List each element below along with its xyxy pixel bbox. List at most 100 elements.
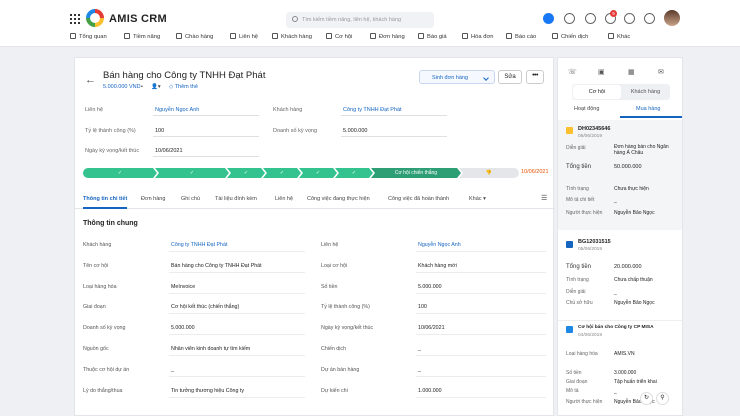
search-icon — [292, 16, 298, 22]
card-label: Người thực hiện — [566, 210, 603, 216]
nav-customers[interactable]: Khách hàng — [272, 33, 312, 40]
calendar-icon[interactable]: ▦ — [628, 68, 635, 76]
purchase-card-order[interactable]: DH02345646 05/06/2019 Diễn giải Đơn hàng… — [558, 120, 682, 230]
tab-tasks-done[interactable]: Công việc đã hoàn thành — [388, 196, 449, 202]
entity-switch: Cơ hội Khách hàng — [572, 84, 670, 100]
side-tab-activity[interactable]: Hoạt động — [574, 106, 599, 112]
card-value: _ — [614, 290, 617, 296]
card-label: Diễn giải — [566, 145, 586, 151]
stage-4[interactable]: ✓ — [263, 168, 301, 178]
field-underline — [416, 355, 546, 356]
generate-order-button[interactable]: Sinh đơn hàng — [419, 70, 495, 84]
stage-date: 10/06/2021 — [521, 169, 549, 175]
more-button[interactable]: ••• — [526, 70, 544, 84]
card-label: Giai đoạn — [566, 379, 588, 385]
field-value[interactable]: Nguyễn Ngọc Anh — [418, 242, 461, 248]
head-contact-value[interactable]: Nguyễn Ngọc Anh — [155, 107, 199, 113]
search-input[interactable]: Tìm kiếm tiềm năng, liên hệ, khách hàng — [286, 12, 434, 28]
stage-1[interactable]: ✓ — [83, 168, 157, 178]
card-date: 05/06/2019 — [578, 134, 603, 139]
field-underline — [169, 355, 305, 356]
nav-quotes[interactable]: Báo giá — [418, 33, 447, 40]
tab-more[interactable]: Khác ▾ — [469, 196, 486, 202]
user-avatar[interactable] — [664, 10, 680, 26]
card-label: Tình trạng — [566, 186, 589, 192]
nav-offers[interactable]: Chào hàng — [176, 33, 213, 40]
head-rate-value: 100 — [155, 128, 165, 134]
notification-badge: 9 — [610, 10, 617, 17]
nav-campaigns[interactable]: Chiến dịch — [552, 33, 588, 40]
search-placeholder: Tìm kiếm tiềm năng, liên hệ, khách hàng — [302, 17, 402, 23]
card-label: Số tiền — [566, 370, 582, 376]
filter-icon[interactable]: ⚲ — [656, 392, 669, 405]
edit-button[interactable]: Sửa — [498, 70, 522, 84]
switch-customer[interactable]: Khách hàng — [622, 85, 669, 99]
tab-details[interactable]: Thông tin chi tiết — [83, 196, 127, 202]
nav-more[interactable]: Khác — [608, 33, 630, 40]
history-icon[interactable]: ↻ — [640, 392, 653, 405]
stage-lost[interactable]: 👎 — [459, 168, 519, 178]
gear-icon[interactable] — [624, 13, 635, 24]
field-label: Dự kiến chi — [321, 388, 348, 394]
card-label: Mô tả chi tiết — [566, 197, 595, 203]
stage-6[interactable]: ✓ — [335, 168, 373, 178]
top-bar: AMIS CRM Tìm kiếm tiềm năng, liên hệ, kh… — [0, 0, 740, 47]
field-label: Ngày kỳ vọng/kết thúc — [321, 325, 374, 331]
card-value: Nguyễn Bảo Ngọc — [614, 210, 655, 216]
package-icon[interactable] — [564, 13, 575, 24]
card-label: Diễn giải — [566, 289, 586, 295]
facebook-icon[interactable] — [543, 13, 554, 24]
phone-icon[interactable]: ☏ — [568, 68, 577, 76]
field-value: 10/06/2021 — [418, 325, 445, 331]
cart-icon[interactable] — [585, 13, 596, 24]
app-grid-icon[interactable] — [70, 14, 80, 24]
nav-reports[interactable]: Báo cáo — [506, 33, 536, 40]
stage-3[interactable]: ✓ — [227, 168, 265, 178]
cart-icon — [566, 127, 573, 134]
active-tab-indicator — [83, 207, 127, 209]
settings-sliders-icon[interactable]: ☰ — [541, 194, 547, 202]
add-tag-link[interactable]: ◇ Thêm thẻ — [169, 84, 198, 90]
follower-icon[interactable]: 👤▾ — [151, 84, 161, 90]
side-tab-purchases[interactable]: Mua hàng — [636, 106, 660, 112]
head-date-label: Ngày kỳ vọng/kết thúc — [85, 148, 140, 154]
stage-2[interactable]: ✓ — [155, 168, 229, 178]
nav-overview[interactable]: Tổng quan — [70, 33, 107, 40]
tab-orders[interactable]: Đơn hàng — [141, 196, 165, 202]
switch-opportunity[interactable]: Cơ hội — [573, 85, 621, 99]
field-value[interactable]: Công ty TNHH Đạt Phát — [171, 242, 227, 248]
head-revenue-label: Doanh số kỳ vọng — [273, 128, 318, 134]
nav-orders[interactable]: Đơn hàng — [370, 33, 405, 40]
nav-invoices[interactable]: Hóa đơn — [462, 33, 494, 40]
target-icon — [124, 33, 130, 39]
stage-5[interactable]: ✓ — [299, 168, 337, 178]
field-label: Lý do thắng/thua — [83, 388, 123, 394]
head-rate-label: Tỷ lệ thành công (%) — [85, 128, 136, 134]
card-value: _ — [614, 389, 617, 395]
back-arrow-icon[interactable]: ← — [85, 74, 96, 86]
tab-attachments[interactable]: Tài liệu đính kèm — [215, 196, 257, 202]
help-icon[interactable] — [644, 13, 655, 24]
head-customer-value[interactable]: Công ty TNHH Đạt Phát — [343, 107, 402, 113]
tab-tasks-open[interactable]: Công việc đang thực hiện — [307, 196, 370, 202]
nav-contacts[interactable]: Liên hệ — [230, 33, 258, 40]
megaphone-icon — [552, 33, 558, 39]
card-label: Loại hàng hóa — [566, 351, 598, 357]
customer-icon — [272, 33, 278, 39]
field-value: Bán hàng cho Công ty TNHH Đạt Phát — [171, 263, 262, 269]
field-value: 1.000.000 — [418, 388, 442, 394]
nav-opportunities[interactable]: Cơ hội — [326, 33, 352, 40]
field-label: Tỷ lệ thành công (%) — [321, 304, 370, 310]
tab-contacts[interactable]: Liên hệ — [275, 196, 293, 202]
mail-icon[interactable]: ✉ — [658, 68, 664, 76]
field-label: Số tiền — [321, 284, 338, 290]
tab-notes[interactable]: Ghi chú — [181, 196, 200, 202]
task-icon[interactable]: ▣ — [598, 68, 605, 76]
purchase-card-quote[interactable]: BG12031515 05/06/2019 Tổng tiền 20.000.0… — [558, 236, 682, 316]
record-detail: ← Bán hàng cho Công ty TNHH Đạt Phát 5.0… — [74, 57, 555, 416]
field-underline — [416, 376, 546, 377]
stage-current[interactable]: Cơ hội chiến thắng — [371, 168, 461, 178]
card-value: Tập huấn triển khai — [614, 379, 657, 385]
nav-leads[interactable]: Tiềm năng — [124, 33, 160, 40]
card-value: Đơn hàng bán cho Ngân hàng Á Châu — [614, 144, 669, 156]
